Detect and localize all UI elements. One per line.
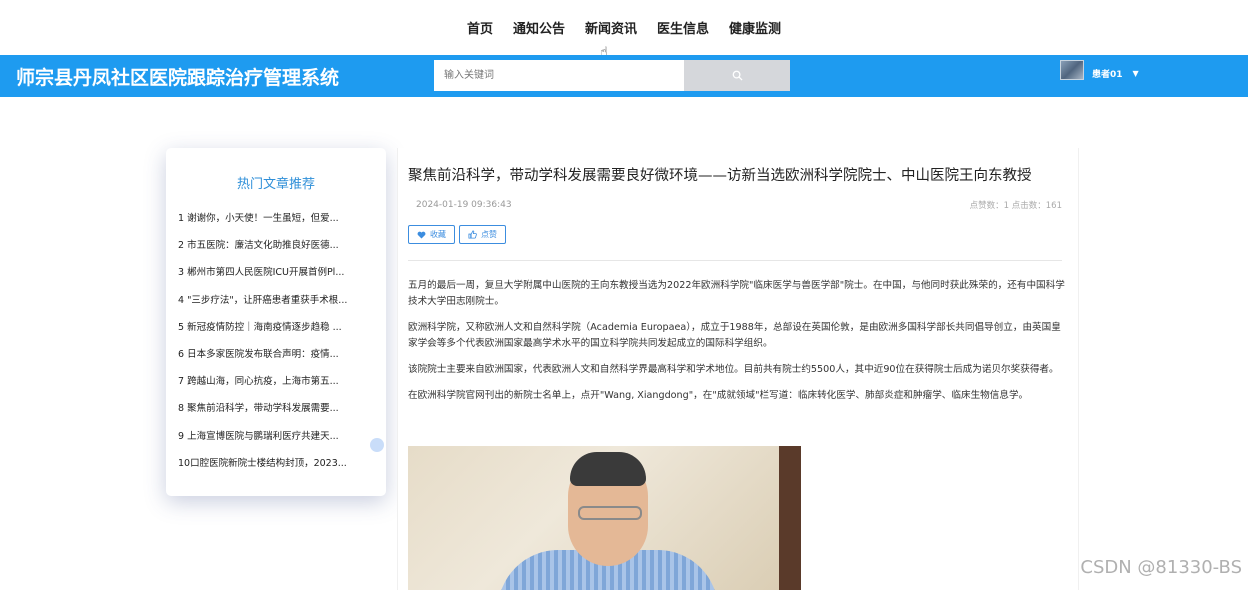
nav-item-notices[interactable]: 通知公告 (513, 18, 565, 37)
favorite-button[interactable]: 收藏 (408, 225, 455, 244)
username: 患者01 (1092, 69, 1123, 80)
article-panel: 聚焦前沿科学，带动学科发展需要良好微环境——访新当选欧洲科学院院士、中山医院王向… (397, 148, 1079, 590)
hot-articles-card: 热门文章推荐 1 谢谢你，小天使！一生虽短，但爱... 2 市五医院：廉洁文化助… (166, 148, 386, 496)
caret-down-icon: ▼ (1132, 68, 1139, 78)
article-paragraph: 欧洲科学院，又称欧洲人文和自然科学院（Academia Europaea），成立… (408, 322, 1061, 349)
list-item[interactable]: 7 跨越山海，同心抗疫，上海市第五... (178, 375, 374, 402)
list-item[interactable]: 9 上海宣博医院与鹏瑞利医疗共建天... (178, 430, 374, 457)
search-input[interactable] (434, 60, 684, 91)
user-menu[interactable]: 患者01 ▼ (1060, 60, 1139, 80)
list-item[interactable]: 1 谢谢你，小天使！一生虽短，但爱... (178, 212, 374, 239)
list-item[interactable]: 4 "三步疗法"，让肝癌患者重获手术根... (178, 294, 374, 321)
article-body: 五月的最后一周，复旦大学附属中山医院的王向东教授当选为2022年欧洲科学院"临床… (408, 278, 1070, 414)
favorite-label: 收藏 (430, 230, 446, 239)
list-item[interactable]: 3 郴州市第四人民医院ICU开展首例Pl... (178, 266, 374, 293)
list-item[interactable]: 6 日本多家医院发布联合声明：疫情... (178, 348, 374, 375)
nav-item-doctors[interactable]: 医生信息 (657, 18, 709, 37)
avatar (1060, 60, 1084, 80)
list-item[interactable]: 5 新冠疫情防控｜海南疫情逐步趋稳 ... (178, 321, 374, 348)
article-actions: 收藏 点赞 (408, 225, 506, 244)
like-button[interactable]: 点赞 (459, 225, 506, 244)
header-bar: 师宗县丹凤社区医院跟踪治疗管理系统 患者01 ▼ (0, 55, 1248, 97)
article-title: 聚焦前沿科学，带动学科发展需要良好微环境——访新当选欧洲科学院院士、中山医院王向… (408, 168, 1032, 184)
search-button[interactable] (684, 60, 790, 91)
list-item[interactable]: 2 市五医院：廉洁文化助推良好医德... (178, 239, 374, 266)
hot-articles-title: 热门文章推荐 (236, 177, 315, 192)
list-item[interactable]: 8 聚焦前沿科学，带动学科发展需要... (178, 402, 374, 429)
thumbs-up-icon (468, 230, 477, 239)
article-paragraph: 该院院士主要来自欧洲国家，代表欧洲人文和自然科学界最高科学和学术地位。目前共有院… (408, 364, 1059, 375)
hot-articles-list: 1 谢谢你，小天使！一生虽短，但爱... 2 市五医院：廉洁文化助推良好医德..… (178, 212, 374, 484)
article-paragraph: 五月的最后一周，复旦大学附属中山医院的王向东教授当选为2022年欧洲科学院"临床… (408, 280, 1065, 307)
article-stats: 点赞数：1 点击数：161 (969, 201, 1062, 211)
site-title: 师宗县丹凤社区医院跟踪治疗管理系统 (16, 67, 340, 89)
nav-item-health-monitor[interactable]: 健康监测 (729, 18, 781, 37)
nav-item-home[interactable]: 首页 (467, 18, 493, 37)
list-item[interactable]: 10口腔医院新院士楼结构封顶，2023... (178, 457, 374, 484)
article-paragraph: 在欧洲科学院官网刊出的新院士名单上，点开"Wang, Xiangdong"，在"… (408, 390, 1029, 401)
decorative-dot (370, 438, 384, 452)
heart-icon (417, 231, 426, 239)
article-date: 2024-01-19 09:36:43 (416, 200, 512, 210)
watermark: CSDN @81330-BS (1080, 557, 1242, 578)
article-photo (408, 446, 801, 590)
divider (408, 260, 1062, 261)
top-nav: 首页 通知公告 新闻资讯 医生信息 健康监测 (0, 0, 1248, 54)
search-icon (732, 70, 743, 81)
like-label: 点赞 (481, 230, 497, 239)
nav-item-news[interactable]: 新闻资讯 (585, 18, 637, 37)
